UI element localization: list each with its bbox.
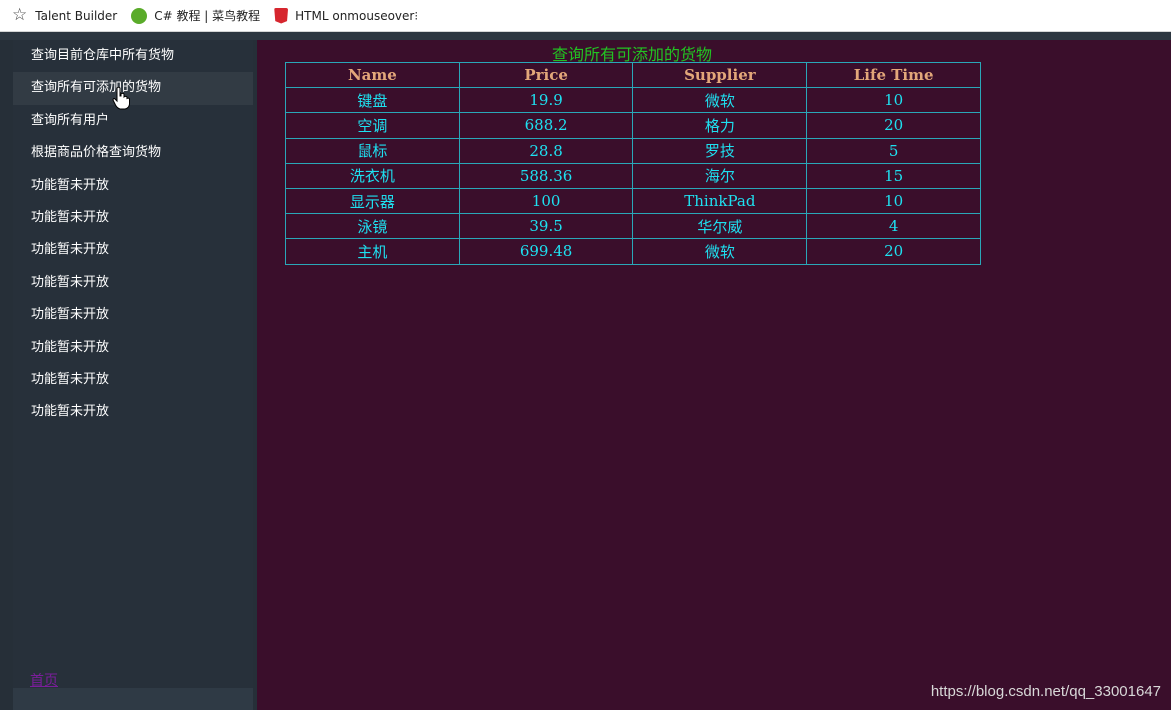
sidebar-item-unavailable[interactable]: 功能暂未开放	[13, 267, 253, 299]
bookmarks-bar: ☆ Talent Builder C# 教程 | 菜鸟教程 HTML onmou…	[0, 0, 1171, 32]
watermark: https://blog.csdn.net/qq_33001647	[930, 683, 1161, 700]
header-strip	[0, 32, 1171, 40]
bookmark-label: HTML onmouseover	[295, 8, 415, 23]
table-row: 键盘 19.9 微软 10	[285, 87, 981, 114]
sidebar-item-unavailable[interactable]: 功能暂未开放	[13, 202, 253, 234]
column-header-supplier: Supplier	[632, 61, 808, 89]
cell-life-time: 5	[806, 137, 981, 164]
cell-supplier: ThinkPad	[632, 187, 808, 215]
cell-name: 洗衣机	[285, 162, 460, 189]
cell-supplier: 微软	[632, 238, 808, 265]
cell-price: 688.2	[458, 112, 634, 139]
column-header-life-time: Life Time	[806, 61, 981, 89]
cell-supplier: 华尔威	[632, 213, 808, 240]
cell-price: 588.36	[458, 162, 634, 189]
sidebar-item-unavailable[interactable]: 功能暂未开放	[13, 299, 253, 331]
sidebar-footer	[13, 688, 253, 710]
cell-name: 泳镜	[285, 213, 460, 240]
sidebar-item-query-users[interactable]: 查询所有用户	[13, 105, 253, 137]
cell-supplier: 海尔	[632, 162, 808, 189]
cell-supplier: 微软	[632, 87, 808, 114]
bookmark-label: Talent Builder	[35, 8, 118, 23]
html5-icon	[274, 7, 289, 24]
column-header-price: Price	[458, 61, 634, 89]
sidebar-item-query-warehouse-goods[interactable]: 查询目前仓库中所有货物	[13, 40, 253, 72]
sidebar: 查询目前仓库中所有货物 查询所有可添加的货物 查询所有用户 根据商品价格查询货物…	[0, 40, 257, 710]
cell-name: 空调	[285, 112, 460, 139]
runoob-icon	[131, 7, 148, 24]
bookmark-label: C# 教程 | 菜鸟教程	[154, 9, 261, 23]
hand-cursor-icon	[112, 86, 130, 110]
cell-name: 主机	[285, 238, 460, 265]
column-header-name: Name	[285, 61, 460, 89]
bookmark-html-onmouseover[interactable]: HTML onmouseover ⁝	[274, 7, 419, 24]
home-link[interactable]: 首页	[30, 670, 58, 690]
cell-price: 699.48	[458, 238, 634, 265]
star-icon[interactable]: ☆	[12, 7, 27, 24]
table-header-row: Name Price Supplier Life Time	[285, 61, 981, 89]
cell-price: 39.5	[458, 213, 634, 240]
cell-supplier: 格力	[632, 112, 808, 139]
sidebar-item-unavailable[interactable]: 功能暂未开放	[13, 396, 253, 428]
more-icon: ⁝	[414, 8, 419, 23]
sidebar-item-query-addable-goods[interactable]: 查询所有可添加的货物	[13, 72, 253, 105]
table-row: 空调 688.2 格力 20	[285, 112, 981, 139]
cell-supplier: 罗技	[632, 137, 808, 164]
main-content: 查询所有可添加的货物 Name Price Supplier Life Time…	[257, 40, 1171, 710]
sidebar-item-query-by-price[interactable]: 根据商品价格查询货物	[13, 137, 253, 169]
cell-name: 键盘	[285, 87, 460, 114]
sidebar-item-unavailable[interactable]: 功能暂未开放	[13, 234, 253, 266]
goods-table: Name Price Supplier Life Time 键盘 19.9 微软…	[285, 61, 981, 265]
cell-name: 鼠标	[285, 137, 460, 164]
cell-life-time: 4	[806, 213, 981, 240]
cell-life-time: 10	[806, 187, 981, 215]
cell-price: 28.8	[458, 137, 634, 164]
cell-price: 19.9	[458, 87, 634, 114]
sidebar-item-unavailable[interactable]: 功能暂未开放	[13, 332, 253, 364]
cell-price: 100	[458, 187, 634, 215]
table-row: 鼠标 28.8 罗技 5	[285, 137, 981, 164]
table-row: 显示器 100 ThinkPad 10	[285, 187, 981, 215]
cell-name: 显示器	[285, 187, 460, 215]
table-row: 洗衣机 588.36 海尔 15	[285, 162, 981, 189]
sidebar-item-unavailable[interactable]: 功能暂未开放	[13, 170, 253, 202]
cell-life-time: 20	[806, 238, 981, 265]
sidebar-item-unavailable[interactable]: 功能暂未开放	[13, 364, 253, 396]
cell-life-time: 15	[806, 162, 981, 189]
cell-life-time: 20	[806, 112, 981, 139]
cell-life-time: 10	[806, 87, 981, 114]
sidebar-menu: 查询目前仓库中所有货物 查询所有可添加的货物 查询所有用户 根据商品价格查询货物…	[13, 40, 253, 688]
table-row: 泳镜 39.5 华尔威 4	[285, 213, 981, 240]
bookmark-talent-builder[interactable]: Talent Builder	[35, 9, 117, 23]
table-row: 主机 699.48 微软 20	[285, 238, 981, 265]
bookmark-runoob[interactable]: C# 教程 | 菜鸟教程	[131, 7, 260, 24]
